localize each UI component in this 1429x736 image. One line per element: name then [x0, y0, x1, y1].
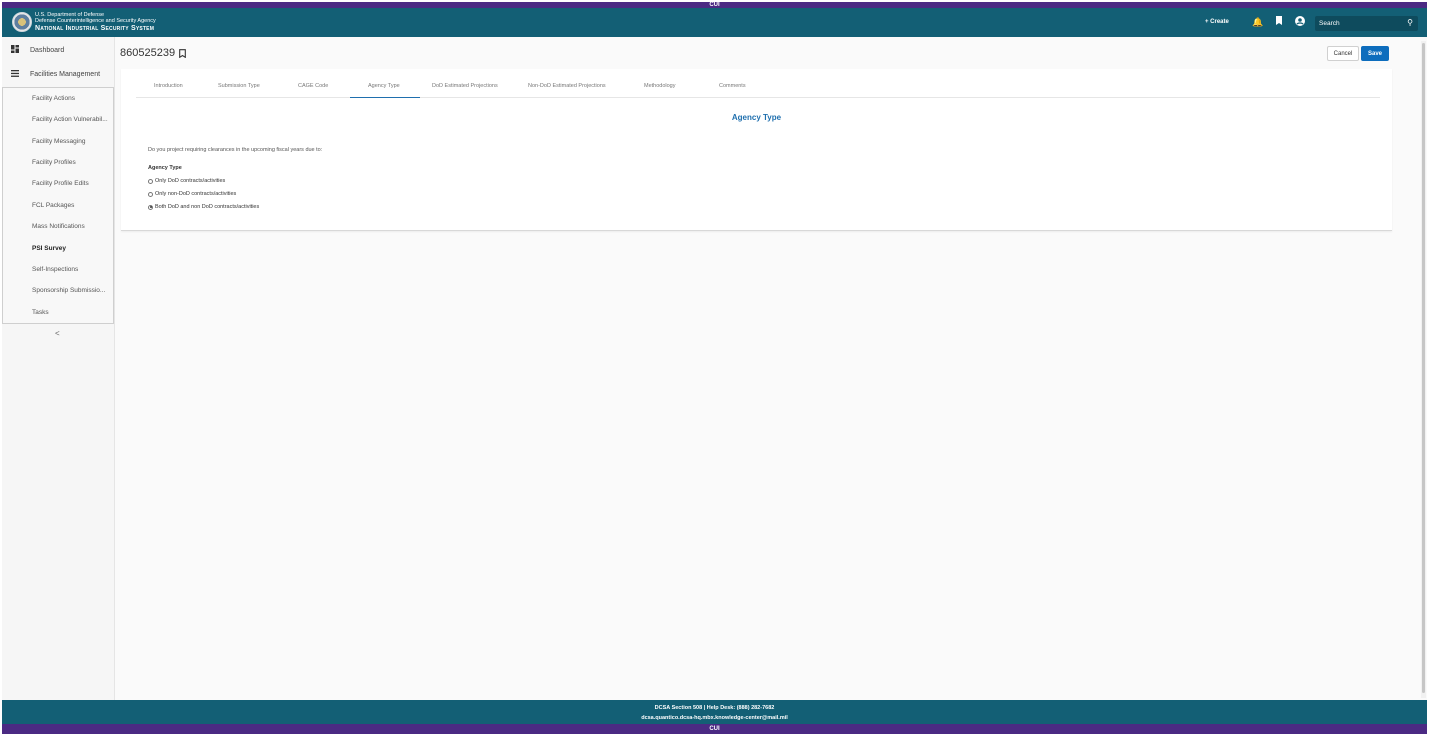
section-title: Agency Type [731, 113, 782, 122]
radio-group-label: Agency Type [148, 165, 182, 171]
vertical-scrollbar[interactable] [1421, 41, 1426, 698]
facilities-submenu: Facility Actions Facility Action Vulnera… [2, 87, 114, 324]
account-icon[interactable] [1294, 16, 1306, 28]
app-frame: CUI U.S. Department of Defense Defense C… [2, 2, 1427, 734]
question-text: Do you project requiring clearances in t… [148, 147, 323, 153]
search-input[interactable] [1319, 18, 1399, 29]
app-header: U.S. Department of Defense Defense Count… [2, 8, 1427, 37]
bell-icon[interactable]: 🔔 [1252, 16, 1264, 28]
submenu-item-sponsorship-submissions[interactable]: Sponsorship Submissio... [32, 287, 114, 294]
submenu-item-facility-profiles[interactable]: Facility Profiles [32, 159, 114, 166]
save-button[interactable]: Save [1361, 46, 1389, 61]
survey-tabs: Introduction Submission Type CAGE Code A… [136, 77, 1380, 98]
sidebar: Dashboard Facilities Management Facility… [2, 37, 115, 700]
bookmark-outline-icon[interactable] [179, 49, 186, 60]
search-box: ⚲ [1315, 16, 1418, 31]
submenu-item-facility-profile-edits[interactable]: Facility Profile Edits [32, 180, 114, 187]
tab-agency-type[interactable]: Agency Type [368, 83, 400, 89]
submenu-item-tasks[interactable]: Tasks [32, 309, 114, 316]
radio-button[interactable] [148, 191, 153, 197]
dod-seal-logo [12, 12, 32, 32]
record-id: 860525239 [120, 47, 176, 59]
create-button[interactable]: + Create [1205, 19, 1229, 25]
radio-option-both[interactable]: Both DoD and non DoD contracts/activitie… [148, 204, 259, 210]
submenu-item-mass-notifications[interactable]: Mass Notifications [32, 223, 114, 230]
footer-email[interactable]: dcsa.quantico.dcsa-hq.mbx.knowledge-cent… [2, 715, 1427, 721]
collapse-sidebar-chevron-icon[interactable]: < [55, 329, 60, 338]
tab-cage-code[interactable]: CAGE Code [298, 83, 328, 89]
cui-banner-bottom: CUI [2, 724, 1427, 734]
tab-dod-estimated-projections[interactable]: DoD Estimated Projections [432, 83, 498, 89]
footer: DCSA Section 508 | Help Desk: (888) 282-… [2, 700, 1427, 724]
tab-introduction[interactable]: Introduction [154, 83, 183, 89]
tab-methodology[interactable]: Methodology [644, 83, 676, 89]
tab-comments[interactable]: Comments [719, 83, 746, 89]
submenu-item-facility-actions[interactable]: Facility Actions [32, 95, 114, 102]
active-tab-indicator [350, 97, 420, 98]
radio-option-non-dod-only[interactable]: Only non-DoD contracts/activities [148, 191, 236, 197]
radio-button-selected[interactable] [148, 204, 153, 210]
sidebar-item-label: Dashboard [30, 46, 65, 54]
tab-non-dod-estimated-projections[interactable]: Non-DoD Estimated Projections [528, 83, 606, 89]
list-icon [11, 69, 21, 79]
radio-option-dod-only[interactable]: Only DoD contracts/activities [148, 178, 225, 184]
footer-help-desk[interactable]: DCSA Section 508 | Help Desk: (888) 282-… [2, 705, 1427, 711]
submenu-item-psi-survey[interactable]: PSI Survey [32, 245, 114, 252]
cancel-button[interactable]: Cancel [1327, 46, 1359, 61]
submenu-item-facility-action-vulnerability[interactable]: Facility Action Vulnerabil... [32, 116, 114, 123]
main-content: 860525239 Cancel Save Introduction Submi… [116, 37, 1398, 700]
system-name: National Industrial Security System [35, 25, 155, 32]
tab-submission-type[interactable]: Submission Type [218, 83, 260, 89]
radio-option-label: Only DoD contracts/activities [155, 178, 226, 184]
dashboard-icon [11, 45, 21, 55]
submenu-item-facility-messaging[interactable]: Facility Messaging [32, 138, 114, 145]
sidebar-item-label: Facilities Management [30, 70, 101, 78]
survey-card: Introduction Submission Type CAGE Code A… [121, 69, 1392, 231]
radio-option-label: Both DoD and non DoD contracts/activitie… [155, 204, 260, 210]
search-icon[interactable]: ⚲ [1407, 18, 1413, 27]
submenu-item-self-inspections[interactable]: Self-Inspections [32, 266, 114, 273]
bookmark-icon[interactable] [1273, 16, 1285, 28]
agency-block: U.S. Department of Defense Defense Count… [35, 12, 156, 33]
sidebar-item-dashboard[interactable]: Dashboard [2, 38, 115, 62]
radio-button[interactable] [148, 178, 153, 184]
sidebar-item-facilities-management[interactable]: Facilities Management [2, 62, 115, 86]
submenu-item-fcl-packages[interactable]: FCL Packages [32, 202, 114, 209]
radio-option-label: Only non-DoD contracts/activities [155, 191, 237, 197]
scrollbar-thumb[interactable] [1422, 43, 1425, 693]
